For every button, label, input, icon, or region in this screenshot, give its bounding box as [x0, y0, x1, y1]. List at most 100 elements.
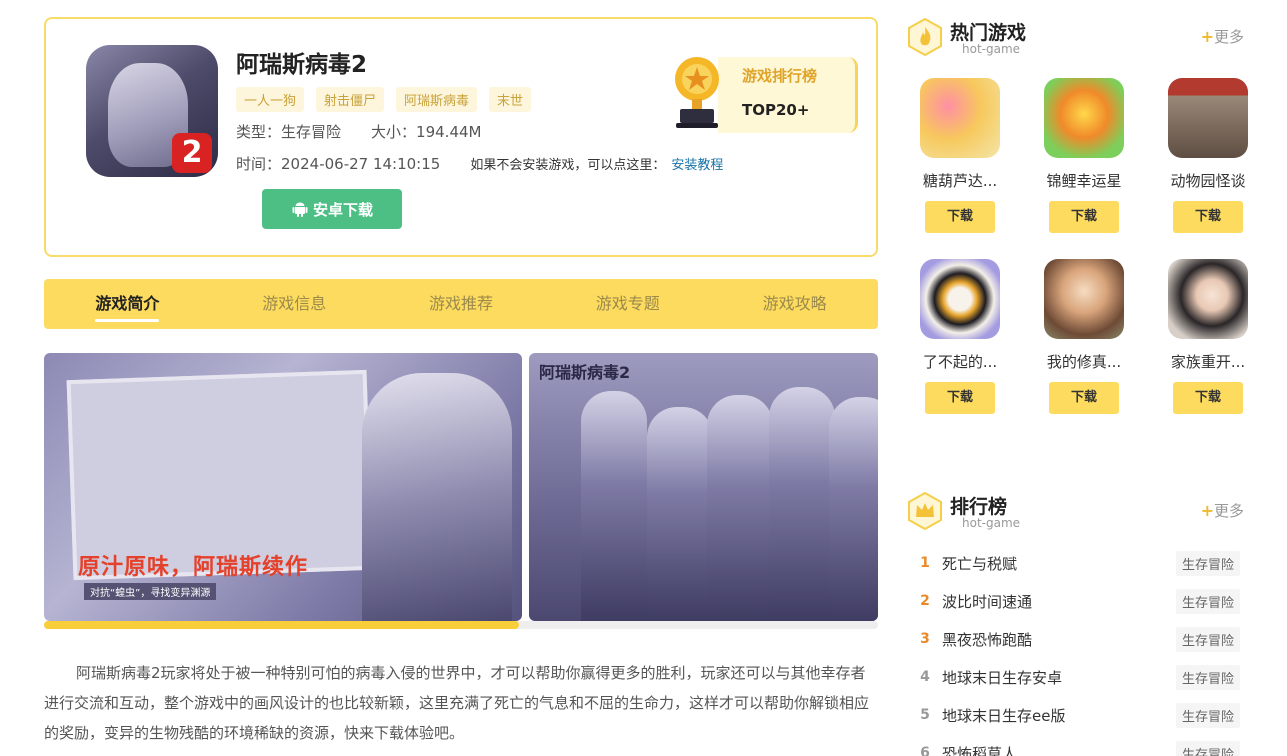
rank-game-name[interactable]: 黑夜恐怖跑酷 [942, 629, 1176, 650]
screenshot-hero-art [362, 373, 512, 621]
hot-games-grid: 糖葫芦达... 下载 锦鲤幸运星 下载 动物园怪谈 下载 了不起的... 下载 … [904, 78, 1248, 414]
time-label: 时间： [236, 155, 282, 173]
hot-game-download-button[interactable]: 下载 [1173, 382, 1243, 414]
hot-game-icon[interactable] [1168, 78, 1248, 158]
character-figure [647, 407, 713, 621]
android-icon [292, 202, 308, 217]
trophy-icon [675, 57, 719, 128]
gallery-scrollbar[interactable] [44, 621, 878, 629]
game-tags: 一人一狗 射击僵尸 阿瑞斯病毒 末世 [236, 87, 532, 112]
game-tag[interactable]: 末世 [489, 87, 532, 112]
ranking-item[interactable]: 4 地球末日生存安卓 生存冒险 [908, 658, 1244, 696]
ranking-item[interactable]: 1 死亡与税赋 生存冒险 [908, 544, 1244, 582]
game-icon-number-badge: 2 [172, 133, 212, 173]
hot-game-card[interactable]: 动物园怪谈 下载 [1152, 78, 1264, 233]
hot-game-name[interactable]: 家族重开... [1152, 351, 1264, 372]
game-tag[interactable]: 一人一狗 [236, 87, 305, 112]
hot-game-download-button[interactable]: 下载 [1049, 201, 1119, 233]
game-icon: 2 [86, 45, 218, 177]
rank-number: 3 [920, 631, 930, 647]
hot-games-subtitle: hot-game [962, 42, 1021, 56]
screenshot-gallery[interactable]: 原汁原味，阿瑞斯续作 对抗“蝗虫”，寻找变异渊源 阿瑞斯病毒2 [44, 353, 878, 631]
screenshot-1[interactable]: 原汁原味，阿瑞斯续作 对抗“蝗虫”，寻找变异渊源 [44, 353, 522, 621]
rank-category: 生存冒险 [1175, 702, 1240, 728]
game-intro-text: 阿瑞斯病毒2玩家将处于被一种特别可怕的病毒入侵的世界中，才可以帮助你赢得更多的胜… [44, 664, 870, 742]
hot-game-icon[interactable] [1168, 259, 1248, 339]
hot-game-icon[interactable] [920, 78, 1000, 158]
hot-game-icon[interactable] [1044, 78, 1124, 158]
character-figure [581, 391, 647, 621]
hot-game-card[interactable]: 我的修真... 下载 [1028, 259, 1140, 414]
flame-badge-icon [908, 18, 942, 56]
rank-game-name[interactable]: 恐怖稻草人 [942, 743, 1176, 756]
ranking-item[interactable]: 6 恐怖稻草人 生存冒险 [908, 734, 1244, 756]
screenshot-1-caption: 原汁原味，阿瑞斯续作 [78, 555, 309, 580]
hot-games-header: 热门游戏 hot-game +更多 [908, 18, 1244, 58]
ranking-title: 排行榜 [950, 496, 1008, 518]
hot-game-name[interactable]: 糖葫芦达... [904, 170, 1016, 191]
android-download-button[interactable]: 安卓下载 [262, 189, 402, 229]
type-label: 类型： [236, 123, 282, 141]
size-value: 194.44M [416, 123, 482, 141]
hot-game-icon[interactable] [920, 259, 1000, 339]
rank-number: 1 [920, 555, 930, 571]
hot-games-more-link[interactable]: +更多 [1201, 26, 1244, 47]
rank-game-name[interactable]: 地球末日生存安卓 [942, 667, 1176, 688]
hot-game-card[interactable]: 锦鲤幸运星 下载 [1028, 78, 1140, 233]
hot-game-name[interactable]: 了不起的... [904, 351, 1016, 372]
tab-info[interactable]: 游戏信息 [211, 279, 378, 329]
rank-number: 2 [920, 593, 930, 609]
hot-game-icon[interactable] [1044, 259, 1124, 339]
rank-number: 4 [920, 669, 930, 685]
game-meta-time: 时间：2024-06-27 14:10:15 如果不会安装游戏，可以点这里： 安装教… [236, 153, 723, 174]
ranking-header: 排行榜 hot-game +更多 [908, 492, 1244, 532]
character-figure [707, 395, 773, 621]
rank-game-name[interactable]: 地球末日生存ee版 [942, 705, 1176, 726]
rank-game-name[interactable]: 波比时间速通 [942, 591, 1176, 612]
type-value: 生存冒险 [281, 123, 342, 141]
hot-game-card[interactable]: 糖葫芦达... 下载 [904, 78, 1016, 233]
screenshot-2-logo: 阿瑞斯病毒2 [539, 363, 631, 382]
hot-games-title: 热门游戏 [950, 22, 1027, 44]
hot-game-name[interactable]: 动物园怪谈 [1152, 170, 1264, 191]
install-guide-link[interactable]: 安装教程 [671, 158, 723, 173]
install-hint: 如果不会安装游戏，可以点这里： [470, 158, 666, 173]
game-tag[interactable]: 射击僵尸 [316, 87, 385, 112]
size-label: 大小： [371, 123, 417, 141]
hot-game-download-button[interactable]: 下载 [925, 382, 995, 414]
ranking-item[interactable]: 3 黑夜恐怖跑酷 生存冒险 [908, 620, 1244, 658]
character-figure [829, 397, 878, 621]
rank-badge-rank: TOP20+ [742, 101, 810, 119]
screenshot-2[interactable]: 阿瑞斯病毒2 [529, 353, 878, 621]
game-rank-badge[interactable]: 游戏排行榜 TOP20+ [658, 49, 858, 137]
game-title: 阿瑞斯病毒2 [236, 52, 368, 78]
rank-category: 生存冒险 [1175, 664, 1240, 690]
hot-game-name[interactable]: 我的修真... [1028, 351, 1140, 372]
plus-icon: + [1200, 27, 1214, 46]
tab-topics[interactable]: 游戏专题 [544, 279, 711, 329]
detail-tab-bar: 游戏简介 游戏信息 游戏推荐 游戏专题 游戏攻略 [44, 279, 878, 329]
hot-game-download-button[interactable]: 下载 [925, 201, 995, 233]
ranking-item[interactable]: 5 地球末日生存ee版 生存冒险 [908, 696, 1244, 734]
rank-category: 生存冒险 [1175, 588, 1240, 614]
hot-game-download-button[interactable]: 下载 [1049, 382, 1119, 414]
gallery-scrollbar-thumb[interactable] [44, 621, 520, 629]
ranking-more-link[interactable]: +更多 [1201, 500, 1244, 521]
rank-category: 生存冒险 [1175, 550, 1240, 576]
rank-number: 5 [920, 707, 930, 723]
hot-game-card[interactable]: 家族重开... 下载 [1152, 259, 1264, 414]
tab-intro[interactable]: 游戏简介 [44, 279, 211, 329]
rank-game-name[interactable]: 死亡与税赋 [942, 553, 1176, 574]
tab-guides[interactable]: 游戏攻略 [711, 279, 878, 329]
hot-game-download-button[interactable]: 下载 [1173, 201, 1243, 233]
character-figure [769, 387, 835, 621]
rank-category: 生存冒险 [1175, 626, 1240, 652]
tab-recommend[interactable]: 游戏推荐 [378, 279, 545, 329]
ranking-item[interactable]: 2 波比时间速通 生存冒险 [908, 582, 1244, 620]
rank-number: 6 [920, 745, 930, 756]
game-info-card: 2 阿瑞斯病毒2 一人一狗 射击僵尸 阿瑞斯病毒 末世 类型：生存冒险 大小：19… [44, 17, 878, 257]
hot-game-name[interactable]: 锦鲤幸运星 [1028, 170, 1140, 191]
game-tag[interactable]: 阿瑞斯病毒 [396, 87, 478, 112]
crown-badge-icon [908, 492, 942, 530]
hot-game-card[interactable]: 了不起的... 下载 [904, 259, 1016, 414]
